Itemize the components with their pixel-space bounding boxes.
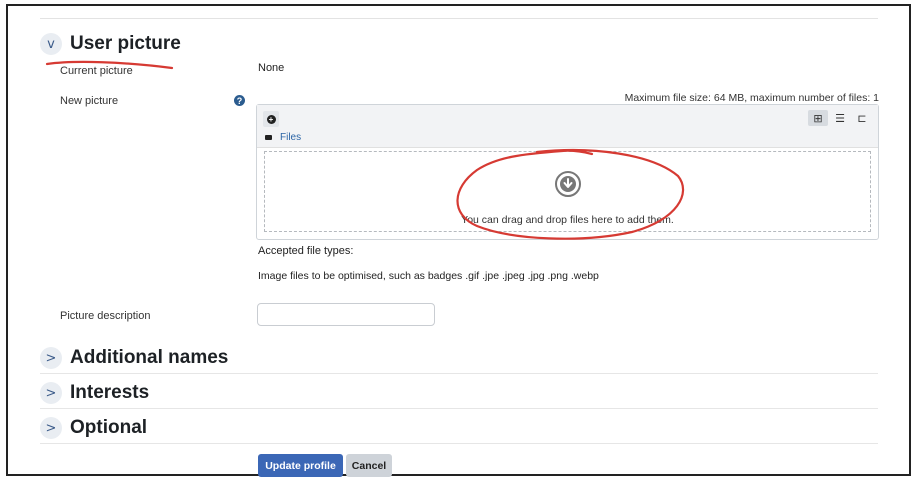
new-picture-label: New picture xyxy=(60,95,119,107)
annotation-circle xyxy=(456,148,685,240)
cancel-button[interactable]: Cancel xyxy=(346,454,392,477)
max-file-info: Maximum file size: 64 MB, maximum number… xyxy=(624,92,879,104)
breadcrumb: Files xyxy=(265,132,301,143)
tree-icon[interactable]: ⊏ xyxy=(852,110,872,126)
picture-description-input[interactable] xyxy=(257,303,435,326)
help-icon[interactable]: ? xyxy=(234,95,245,106)
top-divider xyxy=(40,18,878,19)
section-title-optional: Optional xyxy=(70,417,148,438)
accepted-types-label: Accepted file types: xyxy=(258,245,354,257)
chevron-right-icon[interactable]: > xyxy=(40,382,62,404)
section-divider xyxy=(40,408,878,409)
list-icon[interactable]: ☰ xyxy=(830,110,850,126)
section-optional-header[interactable]: > Optional xyxy=(40,417,147,439)
folder-icon xyxy=(265,135,272,140)
chevron-right-icon[interactable]: > xyxy=(40,347,62,369)
chevron-down-icon[interactable]: v xyxy=(40,33,62,55)
add-file-button[interactable]: + xyxy=(263,111,279,127)
section-divider xyxy=(40,443,878,444)
section-interests-header[interactable]: > Interests xyxy=(40,382,149,404)
chevron-right-icon[interactable]: > xyxy=(40,417,62,439)
file-picker-toolbar: + ⊞ ☰ ⊏ Files xyxy=(257,105,878,148)
section-title-user-picture: User picture xyxy=(70,33,181,54)
current-picture-label: Current picture xyxy=(60,65,133,77)
section-title-interests: Interests xyxy=(70,382,150,403)
accepted-types-list: Image files to be optimised, such as bad… xyxy=(258,270,599,282)
section-additional-names-header[interactable]: > Additional names xyxy=(40,347,228,369)
grid-icon[interactable]: ⊞ xyxy=(808,110,828,126)
update-profile-button[interactable]: Update profile xyxy=(258,454,343,477)
section-divider xyxy=(40,373,878,374)
plus-circle-icon: + xyxy=(266,114,276,124)
view-switcher: ⊞ ☰ ⊏ xyxy=(808,110,872,126)
section-title-additional-names: Additional names xyxy=(70,347,229,368)
section-user-picture-header[interactable]: v User picture xyxy=(40,33,181,55)
current-picture-value: None xyxy=(258,62,285,74)
breadcrumb-files-link[interactable]: Files xyxy=(280,132,301,143)
picture-description-label: Picture description xyxy=(60,310,151,322)
